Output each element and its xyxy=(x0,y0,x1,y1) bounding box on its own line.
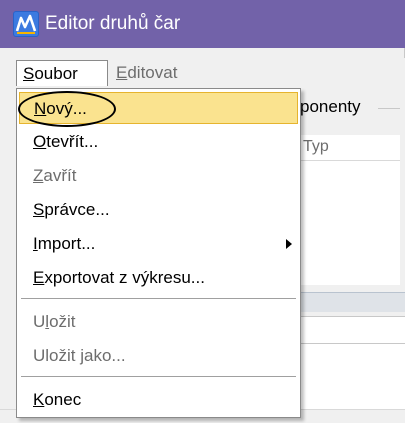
label-pre: Uložit xyxy=(33,346,81,365)
menu-editovat-rest: ditovat xyxy=(127,63,178,82)
menu-editovat[interactable]: Editovat xyxy=(110,60,183,86)
menu-soubor[interactable]: Soubor xyxy=(16,60,108,86)
components-group-label: ponenty xyxy=(300,97,361,116)
menu-item-konec[interactable]: Konec xyxy=(19,384,298,416)
title-bar[interactable]: Editor druhů čar xyxy=(0,0,405,48)
group-box-line xyxy=(378,108,400,109)
menu-item-import[interactable]: Import... xyxy=(19,228,298,260)
menu-item-ulozit: Uložit xyxy=(19,306,298,338)
menu-item-exportovat[interactable]: Exportovat z výkresu... xyxy=(19,262,298,294)
line-style-editor-window: Editor druhů čar Soubor Editovat ponenty… xyxy=(0,0,405,423)
menu-item-otevrit[interactable]: Otevřít... xyxy=(19,126,298,158)
label-rest: avřít xyxy=(43,166,77,185)
menu-soubor-accel: S xyxy=(23,64,35,83)
background-panel xyxy=(300,344,405,409)
label-rest: ako... xyxy=(84,346,126,365)
menu-item-label: Správce... xyxy=(33,200,110,220)
menu-item-label: Otevřít... xyxy=(33,132,98,152)
menu-item-label: Konec xyxy=(33,390,81,410)
column-header-type: Typ xyxy=(303,138,329,155)
accel-key: Z xyxy=(33,166,44,185)
label-rest: ožit xyxy=(49,312,76,331)
label-rest: ový... xyxy=(46,99,87,118)
menu-soubor-rest: oubor xyxy=(34,64,78,83)
label-rest: právce... xyxy=(44,200,110,219)
submenu-arrow-icon xyxy=(286,239,292,249)
label-rest: onec xyxy=(44,390,82,409)
menu-bar: Soubor Editovat xyxy=(0,58,405,88)
line-style-editor-icon xyxy=(13,11,39,37)
menu-item-zavrit: Zavřít xyxy=(19,160,298,192)
background-row xyxy=(300,316,405,344)
accel-key: O xyxy=(33,132,47,151)
list-column-header[interactable]: Typ xyxy=(300,135,400,161)
menu-item-label: Exportovat z výkresu... xyxy=(33,268,205,288)
menu-item-label: Uložit xyxy=(33,312,76,332)
accel-key: N xyxy=(34,99,47,118)
menu-item-spravce[interactable]: Správce... xyxy=(19,194,298,226)
menu-item-label: Uložit jako... xyxy=(33,346,126,366)
label-rest: tevřít... xyxy=(46,132,99,151)
accel-key: S xyxy=(33,200,45,219)
label-rest: mport... xyxy=(37,234,96,253)
menu-separator xyxy=(21,376,296,378)
label-rest: xportovat z výkresu... xyxy=(44,268,205,287)
menu-item-label: Nový... xyxy=(34,99,87,119)
soubor-dropdown-menu: Nový... Otevřít... Zavřít Správce... Imp… xyxy=(16,88,301,418)
background-band xyxy=(300,292,405,312)
window-title: Editor druhů čar xyxy=(45,13,181,34)
menu-item-ulozit-jako: Uložit jako... xyxy=(19,340,298,372)
menu-item-novy[interactable]: Nový... xyxy=(19,92,298,124)
menu-item-label: Zavřít xyxy=(33,166,76,186)
menu-item-label: Import... xyxy=(33,234,95,254)
accel-key: E xyxy=(33,268,45,287)
label-pre: U xyxy=(33,312,46,331)
accel-key: K xyxy=(33,390,45,409)
menu-editovat-accel: E xyxy=(116,63,128,82)
menu-separator xyxy=(21,298,296,300)
